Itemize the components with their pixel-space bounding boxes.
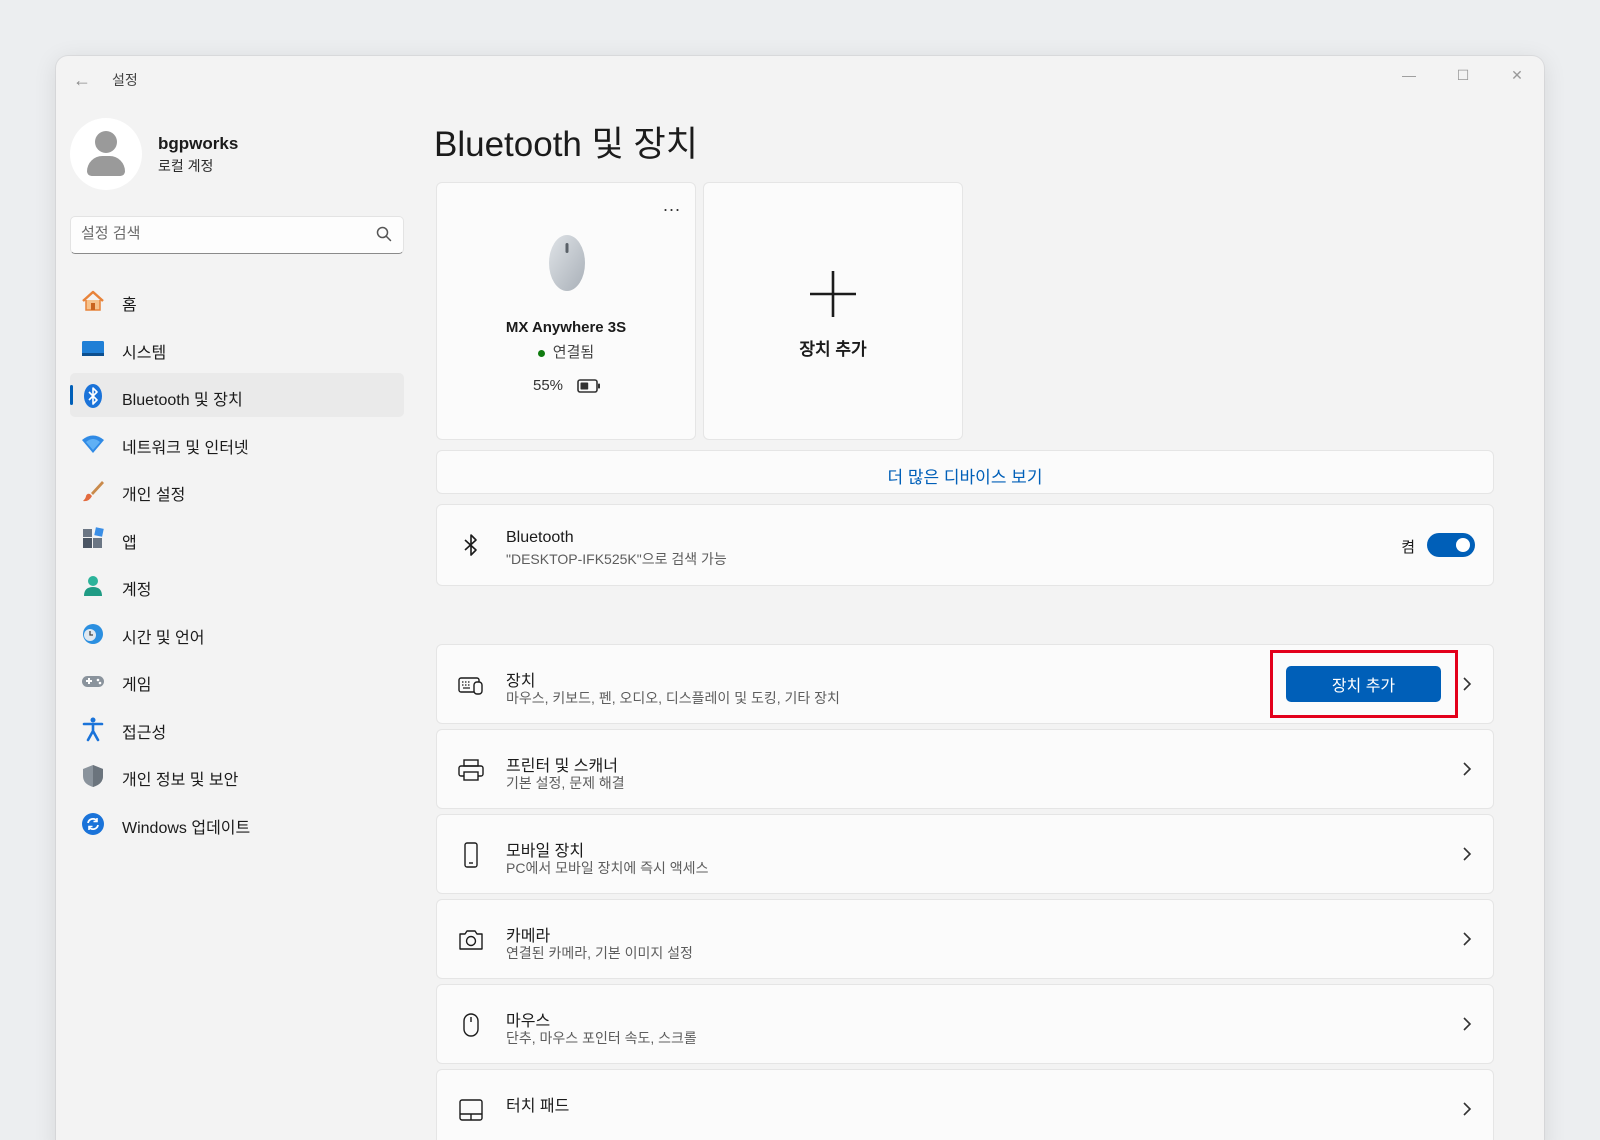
sidebar-item-system[interactable]: 시스템 — [70, 326, 404, 370]
shield-icon — [83, 765, 103, 787]
devices-icon — [458, 677, 483, 695]
view-more-devices-link[interactable]: 더 많은 디바이스 보기 — [436, 450, 1494, 494]
maximize-button[interactable]: ☐ — [1440, 60, 1486, 90]
chevron-right-icon — [1463, 932, 1472, 946]
touchpad-icon — [459, 1099, 483, 1121]
account-type: 로컬 계정 — [158, 158, 214, 174]
sidebar-item-network[interactable]: 네트워크 및 인터넷 — [70, 421, 404, 465]
sidebar-item-label: Windows 업데이트 — [122, 819, 251, 837]
more-options-icon[interactable]: ... — [663, 195, 681, 216]
sidebar-item-apps[interactable]: 앱 — [70, 516, 404, 560]
time-language-icon — [83, 623, 103, 644]
app-title: 설정 — [112, 72, 138, 88]
search-icon[interactable] — [375, 225, 393, 243]
camera-icon — [459, 930, 483, 950]
sidebar-item-gaming[interactable]: 게임 — [70, 658, 404, 702]
view-more-devices-label: 더 많은 디바이스 보기 — [887, 468, 1043, 487]
mouse-icon — [463, 1013, 479, 1037]
update-icon — [82, 812, 104, 835]
avatar — [70, 118, 142, 190]
sidebar-item-label: 시간 및 언어 — [122, 629, 205, 647]
phone-icon — [464, 842, 478, 868]
chevron-right-icon — [1463, 762, 1472, 776]
brush-icon — [83, 481, 104, 502]
chevron-right-icon — [1463, 677, 1472, 691]
mouse-device-icon — [549, 235, 585, 291]
connected-dot-icon — [537, 349, 545, 357]
sidebar-item-label: 홈 — [122, 297, 137, 314]
printer-icon — [458, 759, 484, 781]
sidebar-item-accounts[interactable]: 계정 — [70, 563, 404, 607]
plus-icon — [810, 271, 856, 317]
settings-search[interactable] — [70, 216, 404, 254]
bluetooth-state-label: 켬 — [1401, 539, 1415, 556]
title-bar: ← 설정 — ☐ ✕ — [56, 56, 1544, 104]
sidebar-item-label: Bluetooth 및 장치 — [122, 392, 243, 409]
search-input[interactable] — [81, 225, 361, 242]
bluetooth-icon — [84, 384, 102, 408]
gamepad-icon — [82, 676, 104, 687]
sidebar-item-windows-update[interactable]: Windows 업데이트 — [70, 801, 404, 845]
chevron-right-icon — [1463, 1017, 1472, 1031]
bluetooth-title: Bluetooth — [506, 529, 574, 546]
mouse-row[interactable]: 마우스 단추, 마우스 포인터 속도, 스크롤 — [436, 984, 1494, 1064]
chevron-right-icon — [1463, 1102, 1472, 1116]
sidebar-item-label: 접근성 — [122, 724, 167, 742]
sidebar-item-personalization[interactable]: 개인 설정 — [70, 468, 404, 512]
mobile-devices-subtitle: PC에서 모바일 장치에 즉시 액세스 — [506, 860, 709, 876]
camera-subtitle: 연결된 카메라, 기본 이미지 설정 — [506, 945, 693, 961]
bluetooth-setting-row: Bluetooth "DESKTOP-IFK525K"으로 검색 가능 켬 — [436, 504, 1494, 586]
bluetooth-subtitle: "DESKTOP-IFK525K"으로 검색 가능 — [506, 551, 727, 567]
sidebar-item-time-language[interactable]: 시간 및 언어 — [70, 611, 404, 655]
wifi-icon — [82, 435, 104, 453]
printers-row[interactable]: 프린터 및 스캐너 기본 설정, 문제 해결 — [436, 729, 1494, 809]
touchpad-title: 터치 패드 — [506, 1098, 570, 1115]
close-button[interactable]: ✕ — [1494, 60, 1540, 90]
apps-icon — [83, 526, 104, 548]
add-device-card[interactable]: 장치 추가 — [703, 182, 963, 440]
sidebar-item-label: 네트워크 및 인터넷 — [122, 439, 249, 457]
add-device-label: 장치 추가 — [799, 340, 867, 359]
sidebar-nav: 홈 시스템 Bluetooth 및 장치 네트워크 및 인터넷 개인 설정 앱 … — [70, 278, 404, 848]
sidebar-item-home[interactable]: 홈 — [70, 278, 404, 322]
chevron-right-icon — [1463, 847, 1472, 861]
back-arrow-icon[interactable]: ← — [70, 68, 94, 92]
bluetooth-icon — [464, 534, 477, 556]
settings-window: ← 설정 — ☐ ✕ bgpworks 로컬 계정 홈 — [56, 56, 1544, 1140]
sidebar-item-label: 앱 — [122, 534, 137, 552]
sidebar-item-privacy[interactable]: 개인 정보 및 보안 — [70, 753, 404, 797]
mobile-devices-row[interactable]: 모바일 장치 PC에서 모바일 장치에 즉시 액세스 — [436, 814, 1494, 894]
page-title: Bluetooth 및 장치 — [434, 125, 698, 164]
user-name: bgpworks — [158, 134, 239, 153]
touchpad-row[interactable]: 터치 패드 — [436, 1069, 1494, 1140]
add-device-button[interactable]: 장치 추가 — [1286, 666, 1441, 702]
sidebar-item-label: 개인 정보 및 보안 — [122, 772, 239, 789]
sidebar-item-label: 개인 설정 — [122, 487, 186, 504]
battery-icon — [577, 379, 600, 393]
camera-row[interactable]: 카메라 연결된 카메라, 기본 이미지 설정 — [436, 899, 1494, 979]
accessibility-icon — [82, 717, 104, 741]
sidebar-item-accessibility[interactable]: 접근성 — [70, 706, 404, 750]
bluetooth-toggle[interactable] — [1427, 533, 1475, 557]
sidebar-item-bluetooth[interactable]: Bluetooth 및 장치 — [70, 373, 404, 417]
sidebar-item-label: 게임 — [122, 677, 152, 694]
device-status: 연결됨 — [437, 341, 695, 362]
minimize-button[interactable]: — — [1386, 60, 1432, 90]
sidebar-item-label: 시스템 — [122, 344, 167, 362]
account-icon — [84, 576, 102, 596]
mouse-subtitle: 단추, 마우스 포인터 속도, 스크롤 — [506, 1030, 697, 1046]
home-icon — [82, 290, 104, 311]
battery-percent: 55% — [533, 377, 564, 394]
devices-subtitle: 마우스, 키보드, 펜, 오디오, 디스플레이 및 도킹, 기타 장치 — [506, 690, 840, 706]
device-name: MX Anywhere 3S — [505, 319, 627, 336]
device-status-text: 연결됨 — [552, 344, 595, 361]
system-icon — [82, 340, 104, 356]
printers-subtitle: 기본 설정, 문제 해결 — [506, 775, 625, 791]
user-profile[interactable]: bgpworks 로컬 계정 — [70, 118, 430, 192]
device-card[interactable]: ... MX Anywhere 3S 연결됨 55% — [436, 182, 696, 440]
sidebar-item-label: 계정 — [122, 582, 152, 599]
